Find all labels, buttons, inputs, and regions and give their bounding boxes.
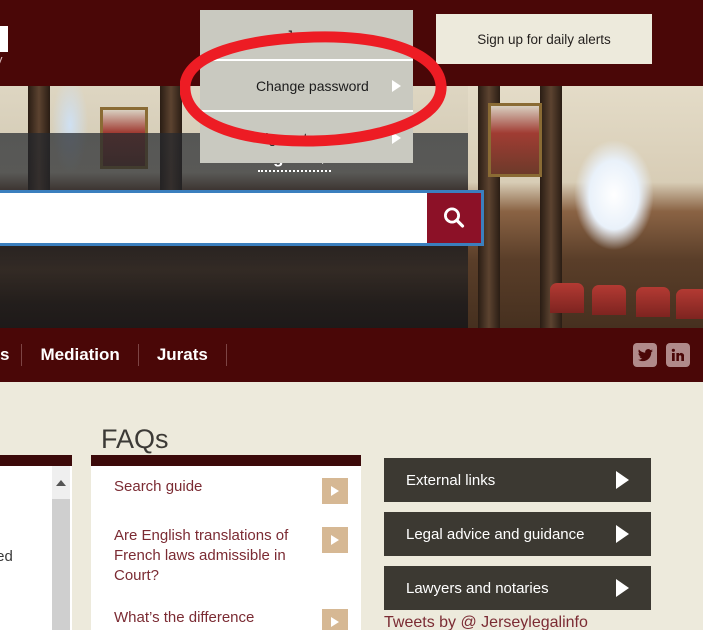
account-menu-item-username[interactable]: James (200, 10, 413, 61)
chevron-right-icon (331, 486, 339, 496)
link-button-lawyers-notaries[interactable]: Lawyers and notaries (384, 566, 651, 610)
faq-item-label: Are English translations of French laws … (114, 527, 289, 584)
sign-up-daily-alerts-button[interactable]: Sign up for daily alerts (436, 14, 652, 64)
chevron-right-icon (392, 79, 401, 92)
link-button-label: External links (406, 471, 496, 489)
sign-out-label: Sign out (256, 129, 308, 146)
nav-divider (225, 344, 227, 366)
chevron-right-icon (331, 617, 339, 627)
link-button-label: Legal advice and guidance (406, 525, 585, 543)
faq-list-item[interactable]: Search guide (91, 466, 361, 515)
link-button-external-links[interactable]: External links (384, 458, 651, 502)
chevron-right-icon (392, 131, 401, 144)
account-menu-item-change-password[interactable]: Change password (200, 61, 413, 112)
nav-item-mediation[interactable]: Mediation (22, 345, 137, 365)
faq-heading: FAQs (101, 424, 169, 454)
scroll-up-button[interactable] (52, 466, 70, 499)
link-button-label: Lawyers and notaries (406, 579, 549, 597)
chevron-right-icon (616, 579, 629, 597)
nav-item-jurats[interactable]: Jurats (139, 345, 226, 365)
twitter-icon (637, 348, 653, 361)
left-panel-text: ted (0, 548, 13, 565)
faq-item-label: What’s the difference (114, 609, 255, 626)
nav-item-list: s Mediation Jurats (0, 328, 227, 382)
link-button-legal-advice[interactable]: Legal advice and guidance (384, 512, 651, 556)
courtroom-photo-right (468, 85, 703, 328)
faq-item-label: Search guide (114, 478, 203, 495)
search-icon (444, 207, 465, 228)
chevron-up-icon (56, 479, 66, 486)
faq-arrow-button[interactable] (322, 609, 348, 630)
quick-links-column: External links Legal advice and guidance… (384, 458, 651, 620)
site-logo-subtext: y (0, 52, 3, 67)
search-input[interactable] (0, 193, 427, 243)
main-navigation: s Mediation Jurats (0, 328, 703, 382)
site-logo[interactable] (0, 26, 8, 52)
search-bar (0, 190, 484, 246)
tweets-feed-link[interactable]: Tweets by @ Jerseylegalinfo (384, 614, 588, 630)
search-submit-button[interactable] (427, 193, 481, 243)
twitter-link[interactable] (633, 343, 657, 367)
faq-panel: Search guide Are English translations of… (91, 455, 361, 630)
faq-list-item[interactable]: What’s the difference (91, 597, 361, 630)
hero-section: y Sign up for daily alerts h guide James (0, 0, 703, 328)
chevron-right-icon (331, 535, 339, 545)
left-panel-scrollbar[interactable] (52, 466, 70, 630)
linkedin-icon (671, 348, 685, 361)
social-links (633, 343, 690, 367)
account-username-label: James (285, 26, 328, 43)
linkedin-link[interactable] (666, 343, 690, 367)
account-menu-item-sign-out[interactable]: Sign out (200, 112, 413, 163)
chevron-right-icon (616, 471, 629, 489)
faq-arrow-button[interactable] (322, 478, 348, 504)
faq-list-item[interactable]: Are English translations of French laws … (91, 515, 361, 597)
chevron-right-icon (616, 525, 629, 543)
change-password-label: Change password (256, 77, 369, 94)
page-root: y Sign up for daily alerts h guide James (0, 0, 703, 630)
faq-arrow-button[interactable] (322, 527, 348, 553)
account-dropdown-menu: James Change password Sign out (200, 10, 413, 163)
nav-item-truncated[interactable]: s (0, 345, 21, 365)
